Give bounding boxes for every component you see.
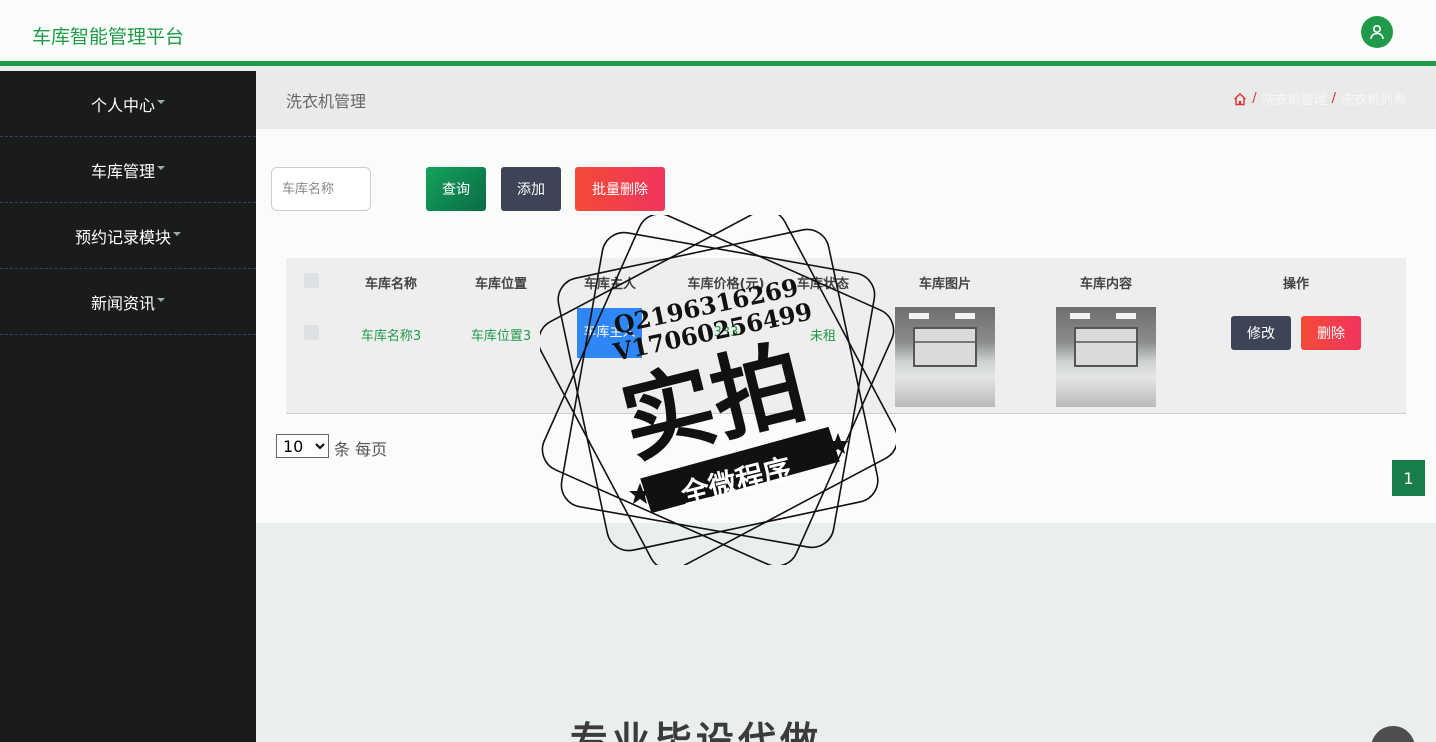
column-header: 操作	[1282, 277, 1309, 292]
query-button[interactable]: 查询	[426, 167, 486, 211]
garage-name-search-input[interactable]	[271, 167, 371, 211]
breadcrumb-separator: /	[1252, 91, 1257, 106]
footer-banner-text: 专业毕设代做	[570, 719, 823, 742]
garage-status-cell: 未租	[809, 329, 836, 344]
sidebar: 个人中心 车库管理 预约记录模块 新闻资讯	[0, 71, 256, 742]
home-icon[interactable]	[1233, 92, 1247, 106]
page-size-select[interactable]: 10	[276, 434, 329, 458]
user-icon	[1370, 24, 1384, 40]
column-header: 车库主人	[583, 277, 636, 292]
garage-name-cell: 车库名称3	[360, 329, 422, 344]
sidebar-item-garage-management[interactable]: 车库管理	[0, 137, 256, 203]
garage-owner-cell: 车库主人	[577, 308, 642, 358]
page-title: 洗衣机管理	[286, 92, 367, 111]
per-page-label: 条 每页	[334, 440, 388, 459]
column-header: 车库价格(元)	[687, 277, 765, 292]
garage-image	[895, 307, 995, 407]
sidebar-item-label: 车库管理	[90, 161, 155, 181]
column-header: 车库状态	[796, 277, 849, 292]
main-content: 洗衣机管理 / 洗衣机管理 / 洗衣机列表 查询 添加 批量删除 车库名称 车库…	[256, 71, 1436, 742]
garage-table: 车库名称 车库位置 车库主人 车库价格(元) 车库状态 车库图片 车库内容 操作…	[286, 258, 1406, 414]
garage-content-image	[1056, 307, 1156, 407]
user-avatar[interactable]	[1361, 16, 1393, 48]
garage-price-cell: 333	[713, 325, 739, 340]
sidebar-item-news[interactable]: 新闻资讯	[0, 269, 256, 335]
column-header: 车库位置	[474, 277, 527, 292]
sidebar-item-reservation-records[interactable]: 预约记录模块	[0, 203, 256, 269]
sidebar-item-label: 新闻资讯	[90, 293, 155, 313]
caret-down-icon	[157, 165, 165, 170]
sidebar-item-label: 个人中心	[90, 95, 155, 115]
breadcrumb-separator: /	[1331, 91, 1336, 106]
breadcrumb: / 洗衣机管理 / 洗衣机列表	[1233, 89, 1406, 108]
garage-location-cell: 车库位置3	[470, 329, 532, 344]
column-header: 车库名称	[364, 277, 417, 292]
page-number-button[interactable]: 1	[1392, 460, 1425, 496]
batch-delete-button[interactable]: 批量删除	[575, 167, 665, 211]
breadcrumb-item[interactable]: 洗衣机管理	[1262, 89, 1327, 108]
edit-button[interactable]: 修改	[1231, 316, 1291, 350]
caret-down-icon	[157, 297, 165, 302]
row-checkbox[interactable]	[304, 325, 319, 340]
breadcrumb-item: 洗衣机列表	[1340, 93, 1406, 108]
caret-down-icon	[173, 231, 181, 236]
column-header: 车库内容	[1079, 277, 1132, 292]
add-button[interactable]: 添加	[501, 167, 561, 211]
app-title: 车库智能管理平台	[32, 26, 185, 48]
list-panel: 查询 添加 批量删除 车库名称 车库位置 车库主人 车库价格(元) 车库状态 车…	[256, 129, 1436, 523]
caret-down-icon	[157, 99, 165, 104]
breadcrumb-bar: 洗衣机管理 / 洗衣机管理 / 洗衣机列表	[256, 71, 1436, 129]
sidebar-item-personal-center[interactable]: 个人中心	[0, 71, 256, 137]
top-bar: 车库智能管理平台	[0, 0, 1436, 66]
column-header: 车库图片	[918, 277, 971, 292]
sidebar-item-label: 预约记录模块	[74, 227, 171, 247]
delete-button[interactable]: 删除	[1301, 316, 1361, 350]
select-all-checkbox[interactable]	[304, 273, 319, 288]
